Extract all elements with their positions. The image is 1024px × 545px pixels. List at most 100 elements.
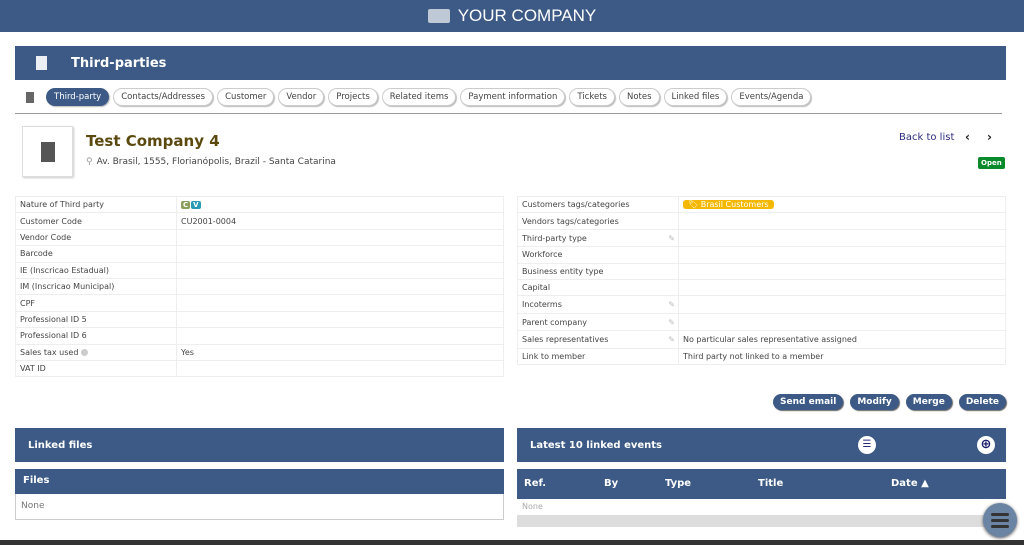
edit-pencil-icon[interactable]: ✎ xyxy=(668,300,675,309)
left-info-table: Nature of Third party C V Customer Code CU2… xyxy=(15,195,504,378)
field-value xyxy=(176,245,504,263)
field-label: Nature of Third party xyxy=(15,195,177,214)
field-value: CU2001-0004 xyxy=(176,212,504,230)
field-value xyxy=(678,246,1006,264)
field-label: Capital xyxy=(517,279,679,297)
company-logo-icon xyxy=(427,9,450,23)
table-row: Sales tax used Yes xyxy=(15,343,504,361)
table-row: IM (Inscricao Municipal) xyxy=(15,277,504,296)
divider xyxy=(15,113,1002,114)
label-text: Sales representatives xyxy=(522,335,609,345)
tag-text: Brasil Customers xyxy=(700,200,769,210)
field-label: Customer Code xyxy=(15,212,177,230)
field-label: CPF xyxy=(15,294,177,312)
company-address: ⚲ Av. Brasil, 1555, Florianópolis, Brazil… xyxy=(86,157,336,167)
tab-related-items[interactable]: Related items xyxy=(381,88,457,106)
tab-contacts[interactable]: Contacts/Addresses xyxy=(113,88,214,106)
info-icon[interactable] xyxy=(81,348,89,356)
top-bar: YOUR COMPANY xyxy=(0,0,1024,32)
tab-payment-information[interactable]: Payment information xyxy=(460,88,566,106)
field-value xyxy=(176,359,504,378)
bottom-strip xyxy=(0,540,1024,545)
hamburger-icon xyxy=(991,512,1009,516)
column-ref[interactable]: Ref. xyxy=(524,478,546,489)
merge-button[interactable]: Merge xyxy=(905,394,952,410)
map-pin-icon: ⚲ xyxy=(86,157,93,167)
delete-button[interactable]: Delete xyxy=(958,394,1006,410)
list-view-icon[interactable]: ☰ xyxy=(858,436,876,454)
section-title: Latest 10 linked events xyxy=(530,439,663,451)
company-name-heading: Test Company 4 xyxy=(86,132,220,150)
add-event-icon[interactable]: ⊕ xyxy=(977,436,995,454)
field-value xyxy=(176,228,504,247)
field-value xyxy=(176,261,504,279)
table-row: Professional ID 6 xyxy=(15,327,504,345)
events-footer-row xyxy=(517,515,1006,527)
table-row: Barcode xyxy=(15,245,504,263)
building-icon xyxy=(40,141,55,162)
send-email-button[interactable]: Send email xyxy=(773,394,844,410)
previous-record-button[interactable]: ‹ xyxy=(965,130,970,144)
tab-tickets[interactable]: Tickets xyxy=(569,88,615,106)
field-value xyxy=(678,262,1006,281)
field-label: Vendors tags/categories xyxy=(517,212,679,230)
table-row: IE (Inscricao Estadual) xyxy=(15,261,504,279)
tab-linked-files[interactable]: Linked files xyxy=(663,88,728,106)
building-icon xyxy=(26,91,34,103)
column-by[interactable]: By xyxy=(604,478,618,489)
field-value xyxy=(678,312,1006,332)
menu-button[interactable] xyxy=(983,503,1017,537)
column-type[interactable]: Type xyxy=(665,478,691,489)
vendor-badge: V xyxy=(191,201,201,210)
column-date[interactable]: Date ▲ xyxy=(891,478,929,489)
edit-pencil-icon[interactable]: ✎ xyxy=(668,318,675,327)
customer-badge: C xyxy=(181,201,191,210)
label-text: Third-party type xyxy=(522,233,587,243)
field-value: No particular sales representative assig… xyxy=(678,330,1006,349)
category-tag[interactable]: 🏷 Brasil Customers xyxy=(683,200,774,210)
table-row: Vendor Code xyxy=(15,228,504,247)
field-label: VAT ID xyxy=(15,359,177,378)
tab-customer[interactable]: Customer xyxy=(217,88,275,106)
back-to-list-link[interactable]: Back to list xyxy=(899,132,954,143)
events-section-header: Latest 10 linked events ☰ ⊕ xyxy=(517,428,1006,462)
field-label: Vendor Code xyxy=(15,228,177,247)
column-title[interactable]: Title xyxy=(758,478,783,489)
field-label: Incoterms ✎ xyxy=(517,295,679,314)
field-label: IM (Inscricao Municipal) xyxy=(15,277,177,296)
module-banner: Third-parties xyxy=(15,46,1006,80)
table-row: Sales representatives ✎ No particular sale… xyxy=(517,330,1006,349)
table-row: Customers tags/categories 🏷 Brasil Custom… xyxy=(517,195,1006,214)
table-row: Nature of Third party C V xyxy=(15,195,504,214)
tab-events-agenda[interactable]: Events/Agenda xyxy=(731,88,812,106)
next-record-button[interactable]: › xyxy=(987,130,992,144)
modify-button[interactable]: Modify xyxy=(850,394,899,410)
field-value: Third party not linked to a member xyxy=(678,347,1006,366)
field-value: 🏷 Brasil Customers xyxy=(678,195,1006,214)
field-label: Sales tax used xyxy=(15,343,177,361)
field-value xyxy=(176,310,504,329)
edit-pencil-icon[interactable]: ✎ xyxy=(668,234,675,243)
files-table-header: Files xyxy=(15,469,504,494)
building-icon xyxy=(36,56,47,70)
tab-notes[interactable]: Notes xyxy=(618,88,660,106)
field-value xyxy=(678,279,1006,297)
field-label: Link to member xyxy=(517,347,679,366)
table-row: VAT ID xyxy=(15,359,504,378)
tab-third-party[interactable]: Third-party xyxy=(46,88,110,106)
field-label: IE (Inscricao Estadual) xyxy=(15,261,177,279)
events-table-header: Ref. By Type Title Date ▲ xyxy=(517,469,1006,499)
field-label: Workforce xyxy=(517,246,679,264)
field-value xyxy=(678,228,1006,248)
tab-vendor[interactable]: Vendor xyxy=(278,88,325,106)
table-row: Third-party type ✎ xyxy=(517,228,1006,248)
tab-bar: Third-party Contacts/Addresses Customer … xyxy=(26,88,812,106)
table-row: Parent company ✎ xyxy=(517,312,1006,332)
field-label: Business entity type xyxy=(517,262,679,281)
label-text: Sales tax used xyxy=(20,347,79,357)
field-value xyxy=(678,295,1006,314)
company-photo[interactable] xyxy=(22,126,73,177)
table-row: Link to member Third party not linked to … xyxy=(517,347,1006,366)
tab-projects[interactable]: Projects xyxy=(328,88,378,106)
edit-pencil-icon[interactable]: ✎ xyxy=(668,335,675,344)
